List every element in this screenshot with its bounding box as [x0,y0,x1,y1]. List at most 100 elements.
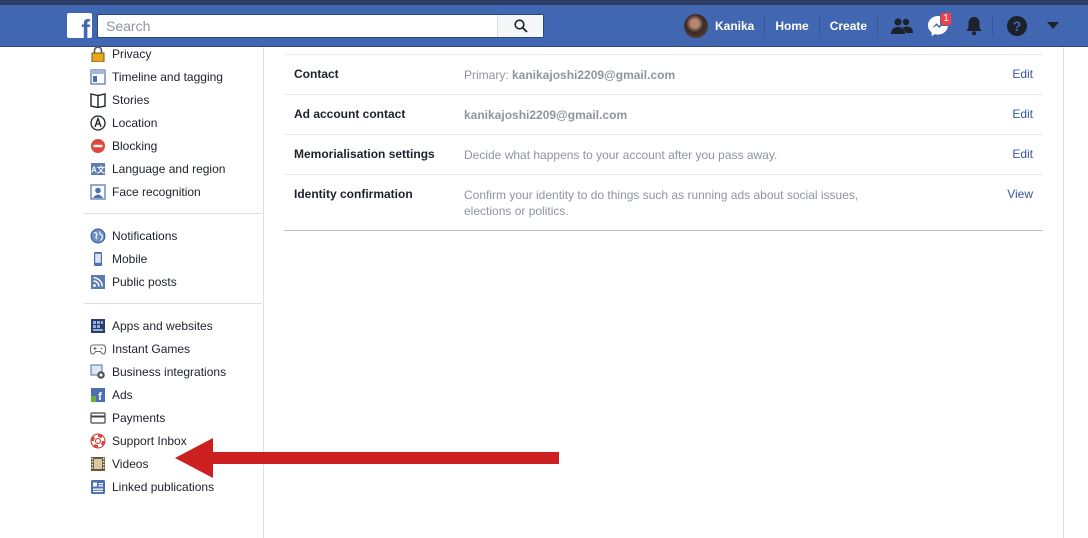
sidebar-item-notifications[interactable]: Notifications [84,224,264,247]
notifications-button[interactable] [956,10,992,42]
caret-down-icon [1047,22,1060,29]
sidebar-item-label: Linked publications [112,479,215,494]
sidebar-item-label: Videos [112,456,149,471]
sidebar-item-privacy[interactable]: Privacy [84,42,264,65]
sidebar-item-language[interactable]: A文 Language and region [84,157,264,180]
search-box [97,14,544,38]
location-icon [90,114,106,131]
sidebar-divider [84,303,262,304]
setting-value: kanikajoshi2209@gmail.com [464,107,993,123]
card-icon [90,410,106,426]
view-link[interactable]: View [993,187,1043,219]
sidebar-item-label: Language and region [112,161,226,176]
sidebar-item-label: Timeline and tagging [112,69,223,84]
sidebar-item-label: Business integrations [112,364,227,379]
sidebar-item-instant-games[interactable]: Instant Games [84,337,264,360]
bell-icon [966,17,982,36]
sidebar-item-location[interactable]: Location [84,111,264,134]
sidebar-item-face-recognition[interactable]: Face recognition [84,180,264,203]
setting-label: Identity confirmation [294,187,413,201]
setting-row-ad-account-contact[interactable]: Ad account contact kanikajoshi2209@gmail… [284,95,1043,135]
sidebar-item-label: Apps and websites [112,318,213,333]
gamepad-icon [90,341,106,357]
nav-divider [992,16,994,36]
setting-value: Primary: kanikajoshi2209@gmail.com [464,67,993,83]
sidebar-item-label: Notifications [112,228,178,243]
setting-value-email: kanikajoshi2209@gmail.com [512,68,676,82]
sidebar-item-apps[interactable]: Apps and websites [84,314,264,337]
sidebar-item-label: Blocking [112,138,158,153]
setting-row-contact[interactable]: Contact Primary: kanikajoshi2209@gmail.c… [284,55,1043,95]
sidebar-item-label: Privacy [112,46,152,61]
sidebar-item-timeline[interactable]: Timeline and tagging [84,65,264,88]
nav-divider [877,16,879,36]
setting-label: Ad account contact [294,107,406,121]
setting-value: Decide what happens to your account afte… [464,148,778,162]
setting-row-memorialisation[interactable]: Memorialisation settings Decide what hap… [284,135,1043,175]
search-input[interactable] [98,15,497,37]
sidebar-item-business-integrations[interactable]: Business integrations [84,360,264,383]
friend-requests-button[interactable] [884,10,920,42]
sidebar-item-label: Instant Games [112,341,191,356]
friends-icon [891,18,914,34]
edit-link[interactable]: Edit [993,67,1043,83]
facebook-logo-icon[interactable]: f [67,13,92,38]
publication-icon [90,479,106,495]
setting-value-prefix: Primary: [464,68,512,82]
film-icon [90,456,106,472]
settings-sidebar: Privacy Timeline and tagging Stories Loc… [84,42,264,498]
rss-icon [90,274,106,290]
sidebar-item-public-posts[interactable]: Public posts [84,270,264,293]
sidebar-item-mobile[interactable]: Mobile [84,247,264,270]
setting-label: Memorialisation settings [294,147,435,161]
lifebuoy-icon [90,433,106,449]
globe-icon [90,228,106,244]
timeline-icon [90,68,106,85]
face-icon [90,183,106,200]
sidebar-item-label: Mobile [112,251,148,266]
search-icon [513,19,528,33]
setting-value-email: kanikajoshi2209@gmail.com [464,108,628,122]
blocking-icon [90,138,106,154]
help-icon: ? [1007,16,1028,36]
svg-text:A文: A文 [91,164,106,174]
help-button[interactable]: ? [999,10,1035,42]
messenger-button[interactable]: 1 [920,10,956,42]
sidebar-item-label: Ads [112,387,133,402]
sidebar-item-ads[interactable]: f Ads [84,383,264,406]
sidebar-item-label: Stories [112,92,150,107]
sidebar-item-label: Location [112,115,158,130]
content-border [1063,47,1064,538]
sidebar-item-label: Payments [112,410,166,425]
red-arrow-annotation [175,438,559,478]
edit-link[interactable]: Edit [993,107,1043,123]
svg-text:?: ? [1013,18,1022,34]
setting-row-identity-confirmation[interactable]: Identity confirmation Confirm your ident… [284,175,1043,231]
messages-badge: 1 [940,12,953,26]
language-icon: A文 [90,161,106,177]
mobile-icon [90,251,106,267]
avatar[interactable] [684,14,708,38]
sidebar-item-label: Public posts [112,274,177,289]
home-link[interactable]: Home [765,19,818,33]
sidebar-item-payments[interactable]: Payments [84,406,264,429]
profile-link[interactable]: Kanika [715,19,764,33]
apps-icon [90,318,106,334]
top-navigation-bar: f Kanika Home Create 1 ? [0,5,1088,47]
gear-icon [90,364,106,380]
settings-list: Contact Primary: kanikajoshi2209@gmail.c… [284,54,1043,231]
edit-link[interactable]: Edit [993,147,1043,163]
ads-icon: f [90,387,106,403]
search-button[interactable] [497,15,543,37]
setting-value: Confirm your identity to do things such … [464,188,859,218]
nav-right: Kanika Home Create 1 ? [684,10,1071,42]
sidebar-item-blocking[interactable]: Blocking [84,134,264,157]
svg-text:f: f [98,391,102,403]
setting-label: Contact [294,67,339,81]
sidebar-item-stories[interactable]: Stories [84,88,264,111]
book-icon [90,92,106,108]
account-menu-button[interactable] [1035,10,1071,42]
create-link[interactable]: Create [820,19,877,33]
sidebar-divider [84,213,262,214]
lock-icon [90,45,106,62]
